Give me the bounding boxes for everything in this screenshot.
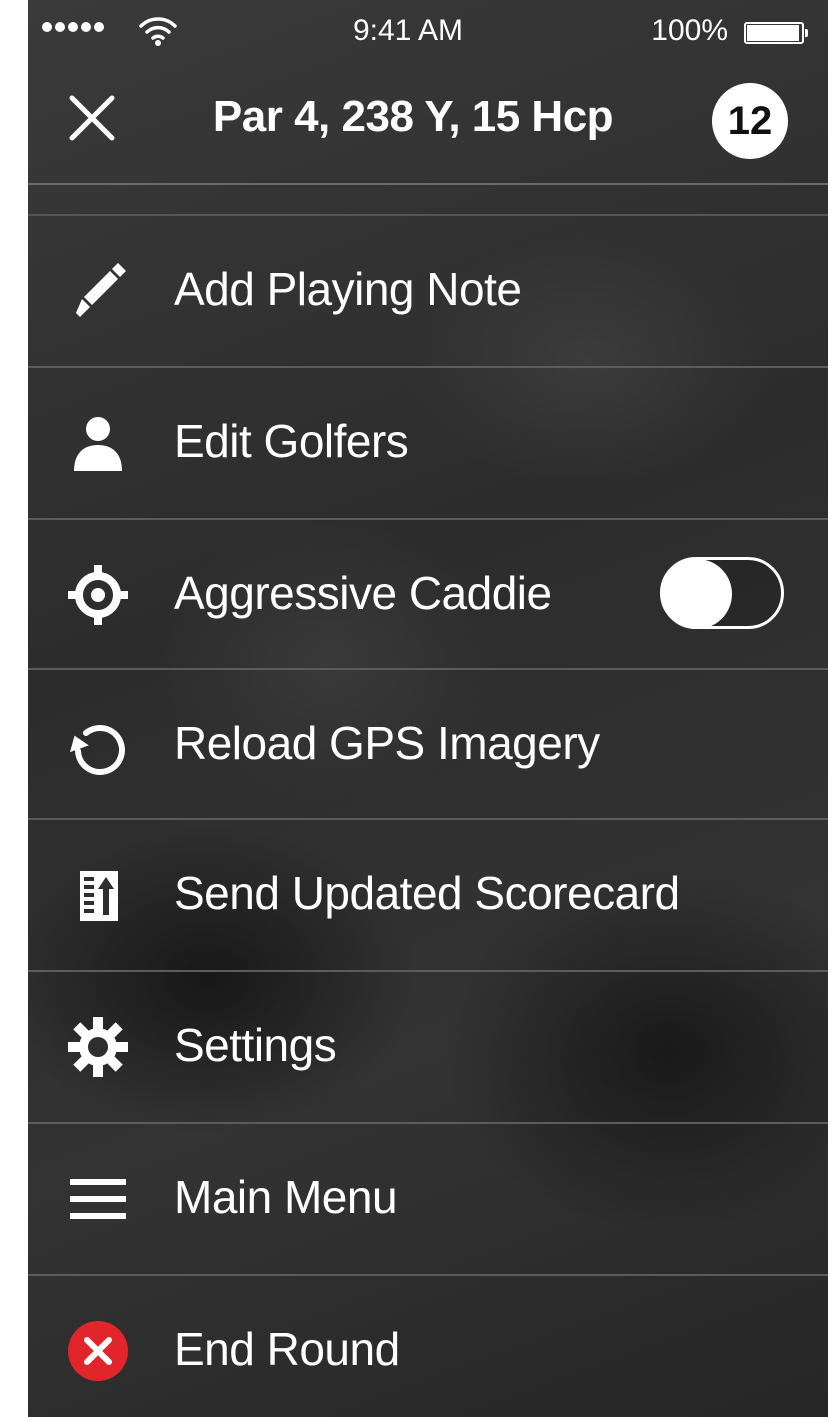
reload-icon (69, 725, 125, 775)
menu-item-label: Add Playing Note (174, 263, 522, 315)
menu-item-end-round[interactable]: End Round (28, 1276, 828, 1417)
end-round-icon (68, 1321, 128, 1381)
status-bar: 9:41 AM 100% (28, 0, 828, 66)
crosshair-icon (68, 565, 128, 625)
header-divider (28, 183, 828, 185)
gear-icon (68, 1017, 128, 1077)
toggle-knob (662, 559, 732, 629)
menu-item-send-updated-scorecard[interactable]: Send Updated Scorecard (28, 820, 828, 970)
menu-item-label: Settings (174, 1019, 337, 1071)
menu-item-main-menu[interactable]: Main Menu (28, 1124, 828, 1274)
menu-item-add-playing-note[interactable]: Add Playing Note (28, 216, 828, 366)
header: Par 4, 238 Y, 15 Hcp 12 (28, 66, 828, 184)
menu-item-settings[interactable]: Settings (28, 972, 828, 1122)
person-icon (74, 417, 122, 471)
hole-number-badge: 12 (712, 83, 788, 159)
menu-item-label: Main Menu (174, 1171, 398, 1223)
menu-item-label: Send Updated Scorecard (174, 867, 680, 919)
hamburger-icon (70, 1179, 126, 1219)
aggressive-caddie-toggle[interactable] (660, 557, 784, 629)
scorecard-upload-icon (80, 871, 118, 921)
menu-item-label: Aggressive Caddie (174, 567, 552, 619)
menu-item-label: Edit Golfers (174, 415, 409, 467)
battery-percentage: 100% (651, 14, 728, 47)
battery-icon (744, 22, 808, 44)
menu-item-label: Reload GPS Imagery (174, 717, 600, 769)
phone-screen: 9:41 AM 100% Par 4, 238 Y, 15 Hcp 12 Add… (28, 0, 828, 1417)
menu-item-reload-gps-imagery[interactable]: Reload GPS Imagery (28, 670, 828, 820)
page-title: Par 4, 238 Y, 15 Hcp (212, 92, 614, 141)
menu-item-edit-golfers[interactable]: Edit Golfers (28, 368, 828, 518)
pencil-icon (76, 263, 126, 317)
menu-item-aggressive-caddie[interactable]: Aggressive Caddie (28, 520, 828, 670)
menu-item-label: End Round (174, 1323, 400, 1375)
